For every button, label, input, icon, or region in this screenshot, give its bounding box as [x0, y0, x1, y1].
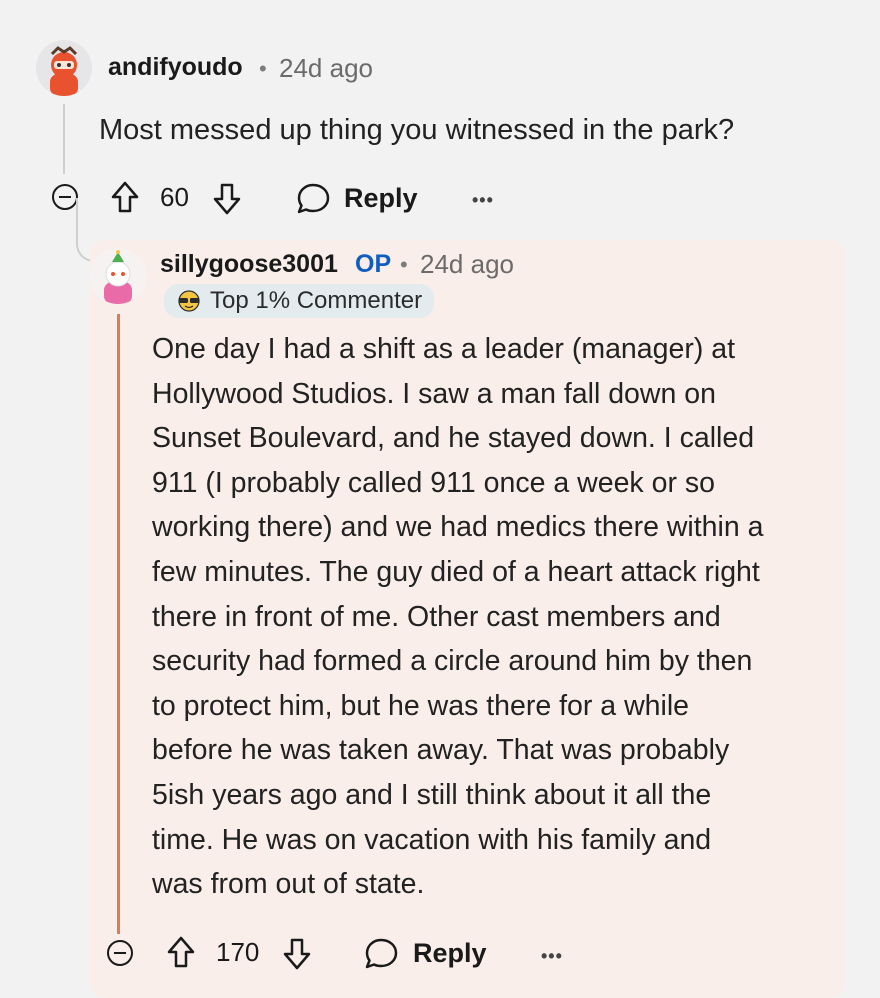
body-line: security had formed a circle around him … [152, 645, 753, 678]
thread-line[interactable] [63, 104, 65, 174]
speech-bubble-icon [365, 938, 398, 969]
parent-vote-count: 60 [160, 182, 189, 212]
upvote-button[interactable] [166, 935, 196, 974]
body-line: Sunset Boulevard, and he stayed down. I … [152, 422, 755, 455]
upvote-arrow-icon [167, 936, 195, 968]
reply-comment-body: One day I had a shift as a leader (manag… [152, 327, 832, 907]
body-line: Hollywood Studios. I saw a man fall down… [152, 377, 716, 410]
body-line: before he was taken away. That was proba… [152, 734, 730, 767]
downvote-arrow-icon [213, 183, 241, 215]
upvote-button[interactable] [110, 180, 140, 219]
body-line: few minutes. The guy died of a heart att… [152, 555, 760, 588]
separator-dot: • [259, 56, 267, 81]
downvote-button[interactable] [282, 937, 312, 976]
reply-vote-count: 170 [216, 937, 260, 967]
collapse-thread-button[interactable] [52, 184, 78, 210]
thread-line-highlight[interactable] [117, 314, 120, 934]
body-line: was from out of state. [152, 868, 425, 901]
user-flair: Top 1% Commenter [164, 284, 435, 318]
snoo-avatar-icon [90, 248, 146, 304]
downvote-button[interactable] [212, 182, 242, 221]
separator-dot: • [400, 252, 408, 277]
sunglasses-icon [178, 290, 200, 312]
flair-text: Top 1% Commenter [210, 287, 423, 314]
reply-label: Reply [413, 938, 487, 968]
downvote-arrow-icon [283, 938, 311, 970]
more-options-button[interactable]: ••• [541, 946, 563, 967]
snoo-avatar-icon [36, 40, 92, 96]
parent-timestamp: 24d ago [279, 53, 373, 83]
body-line: 5ish years ago and I still think about i… [152, 778, 712, 811]
more-options-button[interactable]: ••• [472, 190, 494, 211]
parent-comment-body: Most messed up thing you witnessed in th… [99, 114, 735, 146]
reply-label: Reply [344, 183, 418, 213]
collapse-thread-button[interactable] [107, 940, 133, 966]
upvote-arrow-icon [111, 181, 139, 213]
body-line: working there) and we had medics there w… [152, 511, 764, 544]
reply-username[interactable]: sillygoose3001 [160, 250, 338, 279]
parent-avatar[interactable] [36, 40, 92, 96]
op-badge: OP [355, 250, 392, 278]
body-line: there in front of me. Other cast members… [152, 600, 721, 633]
reply-timestamp: 24d ago [420, 249, 514, 279]
body-line: One day I had a shift as a leader (manag… [152, 333, 735, 365]
body-line: time. He was on vacation with his family… [152, 823, 712, 856]
body-line: 911 (I probably called 911 once a week o… [152, 466, 715, 499]
speech-bubble-icon [297, 183, 330, 214]
body-line: to protect him, but he was there for a w… [152, 689, 690, 722]
parent-username[interactable]: andifyoudo [108, 53, 243, 82]
reply-avatar[interactable] [90, 248, 146, 304]
